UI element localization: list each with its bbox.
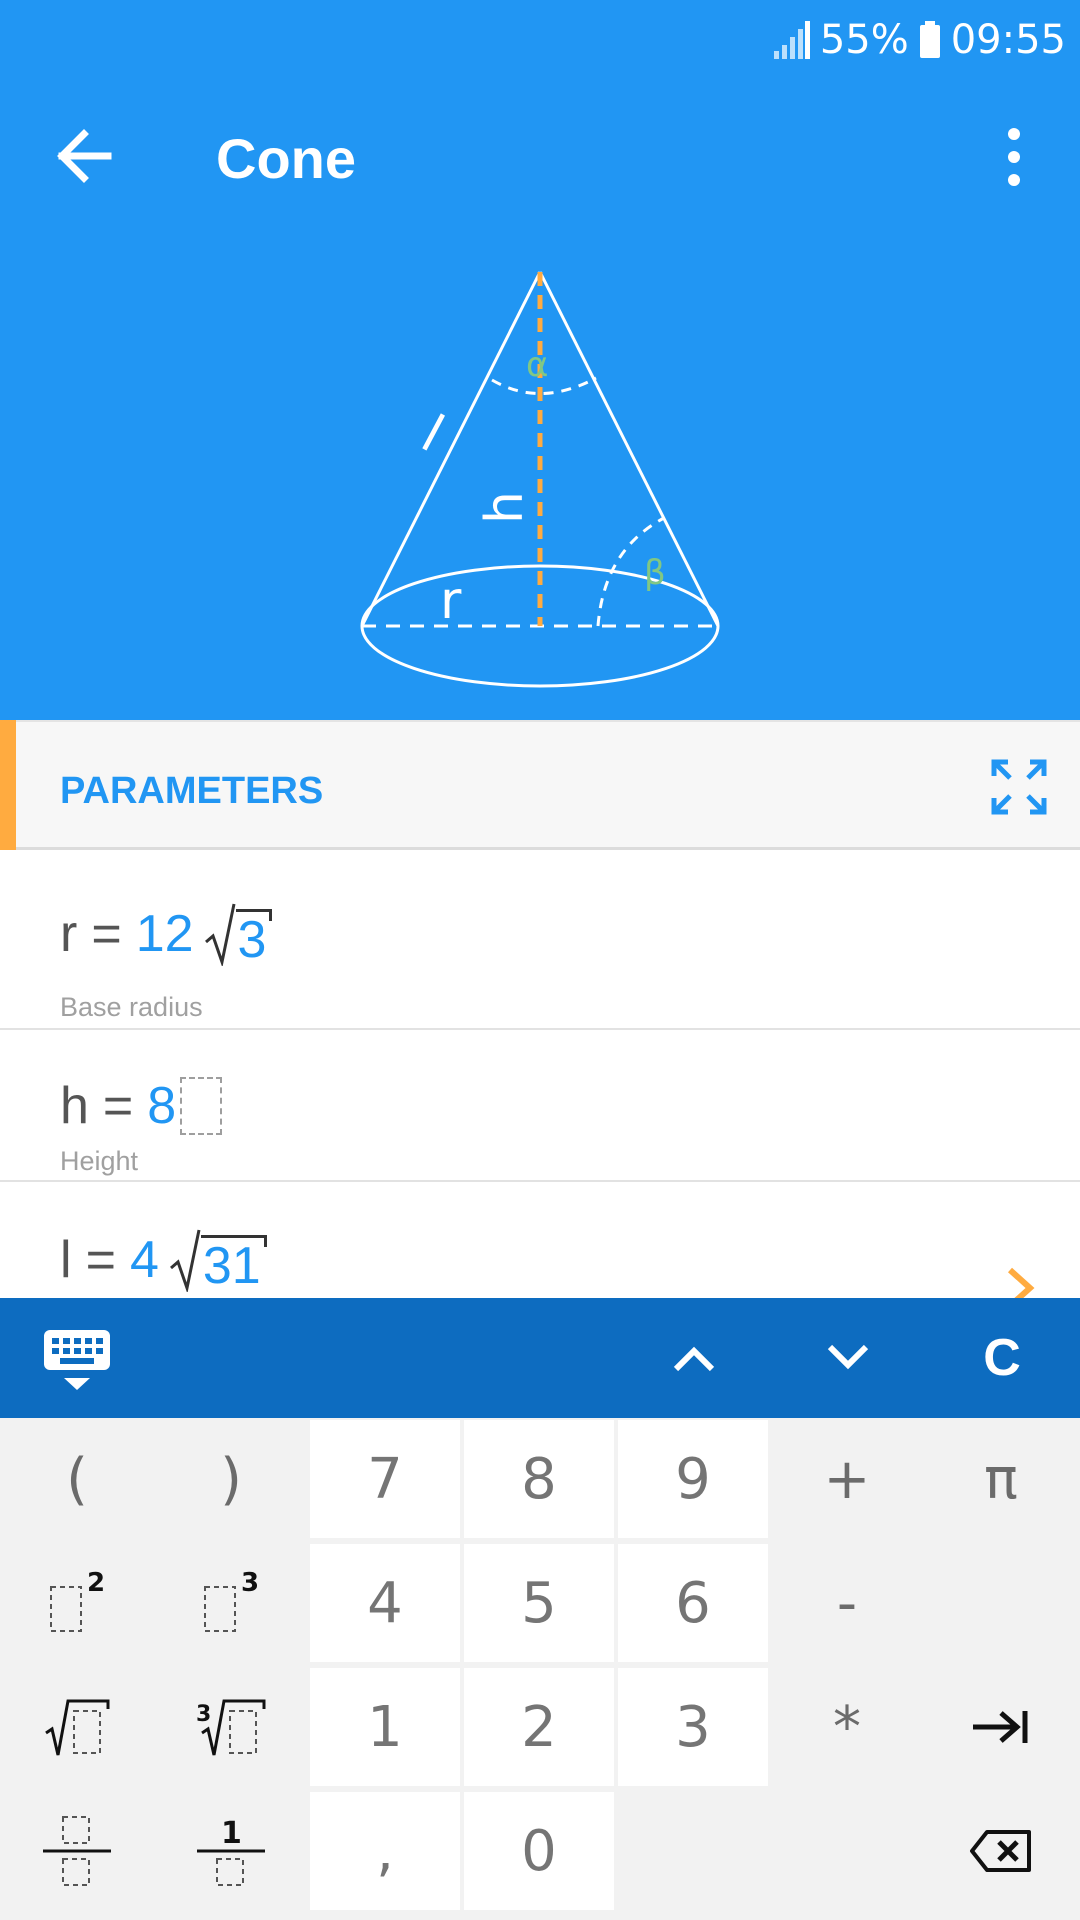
radius-label: r — [440, 571, 462, 631]
radius-formula: r = 12 3 — [60, 902, 273, 966]
key-tab[interactable] — [926, 1668, 1076, 1786]
reciprocal-icon: 1 — [197, 1816, 265, 1886]
sqrt-symbol: 3 — [204, 902, 273, 966]
slant-var: l — [60, 1231, 72, 1289]
key-2[interactable]: 2 — [464, 1668, 614, 1786]
clock: 09:55 — [950, 17, 1066, 63]
key-6[interactable]: 6 — [618, 1544, 768, 1662]
alpha-label: α — [526, 345, 548, 385]
page-title: Cone — [216, 127, 356, 190]
radius-description: Base radius — [60, 992, 203, 1022]
key-3[interactable]: 3 — [618, 1668, 768, 1786]
keyboard-toolbar: C — [0, 1298, 1080, 1418]
key-fraction[interactable] — [2, 1792, 152, 1910]
square-power-icon: 2 — [50, 1568, 105, 1632]
more-options-icon[interactable] — [988, 122, 1040, 192]
signal-icon — [773, 21, 810, 59]
cursor-up-button[interactable] — [634, 1298, 754, 1418]
slant-radicand: 31 — [200, 1235, 267, 1292]
fraction-icon — [43, 1816, 111, 1886]
input-cursor-placeholder[interactable] — [180, 1077, 223, 1135]
backspace-icon — [970, 1830, 1031, 1872]
radical-sign-icon — [204, 903, 236, 966]
battery-percent: 55% — [819, 17, 909, 63]
key-7[interactable]: 7 — [310, 1420, 460, 1538]
key-0[interactable]: 0 — [464, 1792, 614, 1910]
slant-equals: = — [85, 1231, 116, 1289]
radical-sign-icon — [169, 1229, 201, 1292]
height-description: Height — [60, 1146, 139, 1176]
radius-equals: = — [91, 905, 122, 963]
chevron-right-icon[interactable] — [1002, 1264, 1038, 1298]
slant-coefficient: 4 — [129, 1231, 159, 1289]
key-pi[interactable]: π — [926, 1420, 1076, 1538]
app-header: 55% 09:55 Cone α β r h l — [0, 0, 1080, 720]
beta-label: β — [644, 553, 666, 593]
keyboard-hide-icon[interactable] — [42, 1328, 112, 1392]
reciprocal-numerator: 1 — [221, 1816, 242, 1851]
math-keypad: ( ) 7 8 9 + π 2 3 4 5 6 - 3 1 2 3 * 1 , … — [0, 1418, 1080, 1920]
key-5[interactable]: 5 — [464, 1544, 614, 1662]
key-open-paren[interactable]: ( — [2, 1420, 152, 1538]
cube-root-index: 3 — [196, 1702, 211, 1727]
height-equals: = — [102, 1077, 134, 1135]
key-square-root[interactable] — [2, 1668, 152, 1786]
clear-button[interactable]: C — [942, 1298, 1062, 1418]
height-formula: h = 8 — [60, 1076, 223, 1136]
cube-exponent: 3 — [241, 1568, 259, 1598]
radius-coefficient: 12 — [135, 905, 194, 963]
back-arrow-icon[interactable] — [46, 118, 122, 194]
status-bar: 55% 09:55 — [773, 14, 1066, 66]
param-row-slant[interactable]: l = 4 31 — [0, 1182, 1080, 1298]
key-4[interactable]: 4 — [310, 1544, 460, 1662]
key-cube-root[interactable]: 3 — [156, 1668, 306, 1786]
square-root-icon — [45, 1699, 110, 1756]
key-close-paren[interactable]: ) — [156, 1420, 306, 1538]
expand-icon[interactable] — [990, 758, 1048, 816]
radius-radicand: 3 — [235, 909, 273, 966]
cursor-down-button[interactable] — [788, 1298, 908, 1418]
key-backspace[interactable] — [926, 1792, 1076, 1910]
key-minus[interactable]: - — [772, 1544, 922, 1662]
height-label: h — [475, 491, 535, 524]
tab-arrow-icon — [973, 1711, 1028, 1743]
key-comma[interactable]: , — [310, 1792, 460, 1910]
slant-formula: l = 4 31 — [60, 1228, 267, 1292]
cone-diagram: α β r h l — [360, 271, 720, 688]
param-row-height[interactable]: h = 8 Height — [0, 1030, 1080, 1182]
key-8[interactable]: 8 — [464, 1420, 614, 1538]
key-reciprocal[interactable]: 1 — [156, 1792, 306, 1910]
sqrt-symbol: 31 — [169, 1228, 267, 1292]
height-var: h — [60, 1077, 89, 1135]
height-value: 8 — [147, 1077, 177, 1135]
key-square[interactable]: 2 — [2, 1544, 152, 1662]
chevron-down-icon — [827, 1344, 869, 1370]
key-9[interactable]: 9 — [618, 1420, 768, 1538]
param-row-radius[interactable]: r = 12 3 Base radius — [0, 850, 1080, 1030]
chevron-up-icon — [673, 1346, 715, 1372]
key-1[interactable]: 1 — [310, 1668, 460, 1786]
radius-var: r — [60, 905, 78, 963]
cube-root-icon: 3 — [196, 1699, 266, 1756]
key-cube[interactable]: 3 — [156, 1544, 306, 1662]
key-multiply[interactable]: * — [772, 1668, 922, 1786]
battery-icon — [919, 21, 940, 58]
parameters-header: PARAMETERS — [0, 720, 1080, 850]
key-plus[interactable]: + — [772, 1420, 922, 1538]
square-exponent: 2 — [87, 1568, 105, 1598]
cube-power-icon: 3 — [204, 1568, 259, 1632]
parameters-title: PARAMETERS — [60, 770, 324, 812]
